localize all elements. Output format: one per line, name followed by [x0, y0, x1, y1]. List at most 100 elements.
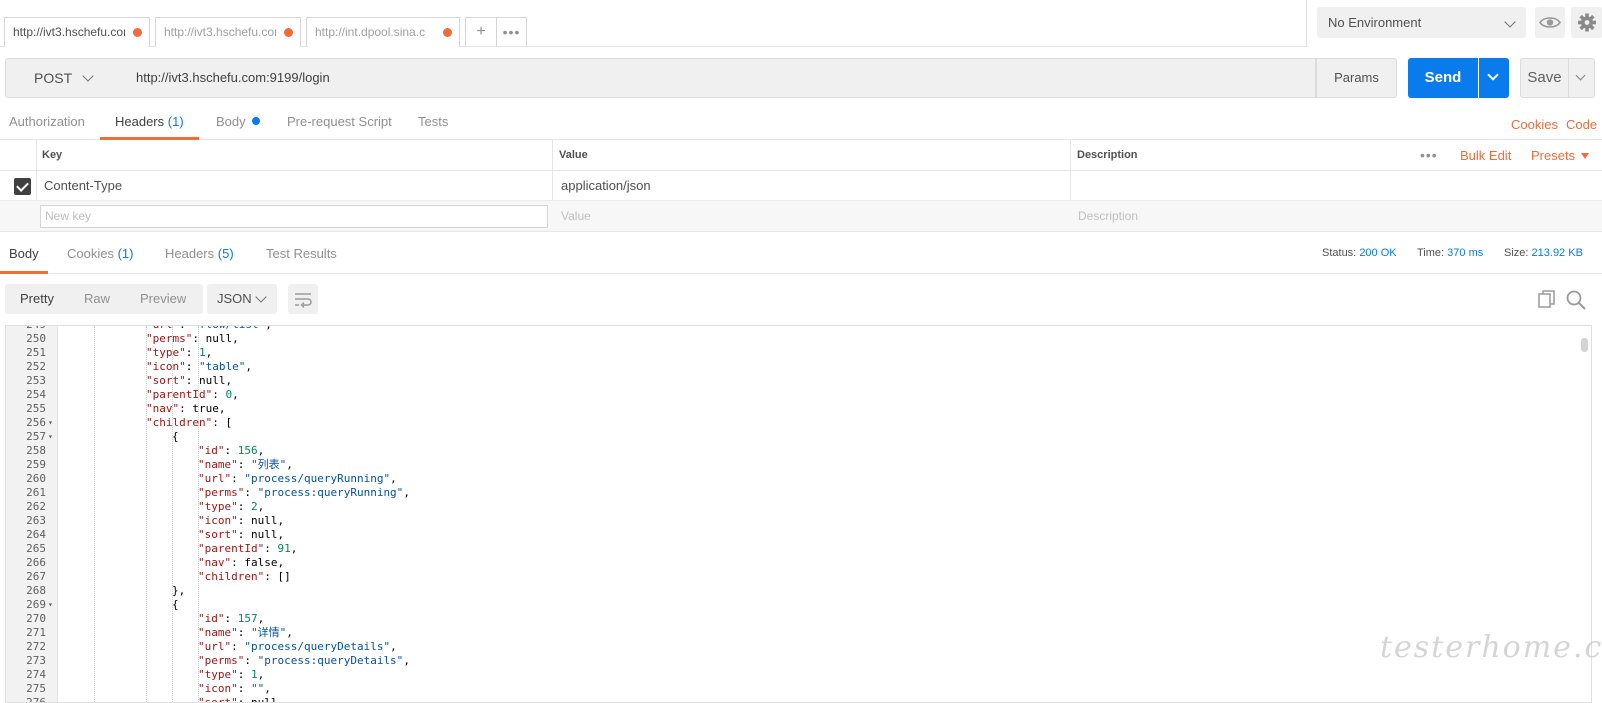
code-token: ,	[390, 472, 397, 485]
new-description-input[interactable]: Description	[1078, 201, 1138, 232]
params-button[interactable]: Params	[1316, 58, 1397, 98]
send-button[interactable]: Send	[1408, 58, 1478, 98]
unsaved-dot-icon	[284, 28, 293, 37]
new-tab-button[interactable]: +	[466, 18, 496, 47]
raw-button[interactable]: Raw	[69, 284, 125, 314]
code-token: ,	[205, 346, 213, 359]
size-value: 213.92 KB	[1531, 247, 1583, 259]
tab-body[interactable]: Body	[216, 108, 260, 140]
line-number: 260	[26, 472, 46, 485]
header-value-cell[interactable]: application/json	[561, 171, 651, 201]
tab-pre-request-script[interactable]: Pre-request Script	[287, 108, 392, 140]
tab-label: Cookies	[67, 246, 114, 261]
fold-toggle-icon[interactable]: ▾	[48, 416, 53, 430]
code-line: 270 "id": 157,	[6, 612, 1591, 626]
tab-test-results[interactable]: Test Results	[266, 240, 337, 274]
method-select[interactable]: POST	[5, 58, 121, 98]
line-number: 258	[26, 444, 46, 457]
scrollbar-thumb[interactable]	[1581, 338, 1588, 352]
fold-toggle-icon[interactable]: ▾	[48, 430, 53, 444]
code-text: "sort": null,	[146, 374, 232, 388]
url-input[interactable]: http://ivt3.hschefu.com:9199/login	[120, 58, 1316, 98]
more-tabs-button[interactable]: •••	[496, 18, 526, 47]
request-tab-2[interactable]: http://ivt3.hschefu.com	[155, 17, 301, 47]
format-label: JSON	[217, 291, 252, 306]
code-token: :	[231, 472, 245, 485]
code-line: 269 ▾ {	[6, 598, 1591, 612]
code-token: :	[237, 626, 251, 639]
code-line: 261 "perms": "process:queryRunning",	[6, 486, 1591, 500]
gear-icon	[1578, 13, 1596, 32]
code-line: 268},	[6, 584, 1591, 598]
send-dropdown-button[interactable]	[1479, 58, 1509, 98]
response-body-editor[interactable]: 249"url": "flow/list",250"perms": null,2…	[5, 325, 1592, 703]
presets-label: Presets	[1531, 148, 1576, 163]
header-key-cell[interactable]: Content-Type	[44, 171, 122, 201]
status-label: Status:	[1322, 247, 1357, 259]
code-token: ,	[286, 626, 293, 639]
line-number: 259	[26, 458, 46, 471]
code-text: {	[172, 430, 179, 444]
request-tab-1[interactable]: http://ivt3.hschefu.com	[4, 17, 150, 47]
tab-headers[interactable]: Headers (1)	[100, 108, 199, 140]
new-key-input[interactable]: New key	[40, 205, 548, 228]
line-number: 274	[26, 668, 46, 681]
code-token: "sort"	[198, 528, 238, 541]
response-size: Size: 213.92 KB	[1504, 247, 1583, 259]
code-line: 266 "nav": false,	[6, 556, 1591, 570]
code-text: "icon": "table",	[146, 360, 252, 374]
format-select[interactable]: JSON	[207, 284, 277, 314]
tab-count: (1)	[117, 246, 134, 261]
tab-tests[interactable]: Tests	[418, 108, 448, 140]
copy-icon[interactable]	[1536, 289, 1558, 311]
time-value: 370 ms	[1447, 247, 1484, 259]
tab-authorization[interactable]: Authorization	[9, 108, 85, 140]
code-token: : null,	[185, 374, 233, 387]
headers-table: Key Value Description ••• Bulk Edit Pres…	[0, 140, 1602, 232]
line-number: 265	[26, 542, 46, 555]
search-icon[interactable]	[1565, 289, 1587, 311]
code-line: 263 "icon": null,	[6, 514, 1591, 528]
tab-response-cookies[interactable]: Cookies (1)	[67, 240, 133, 274]
code-token: ,	[403, 654, 410, 667]
request-tab-3[interactable]: http://int.dpool.sina.c	[306, 17, 460, 47]
code-token: 1	[199, 346, 206, 359]
save-button[interactable]: Save	[1520, 58, 1569, 98]
bulk-edit-link[interactable]: Bulk Edit	[1460, 140, 1511, 171]
code-token: "type"	[198, 500, 238, 513]
wrap-lines-button[interactable]	[288, 284, 318, 314]
manage-environments-button[interactable]	[1571, 7, 1602, 38]
line-number: 271	[26, 626, 46, 639]
tab-label: Authorization	[9, 114, 85, 129]
code-token: "children"	[198, 570, 265, 583]
tab-response-headers[interactable]: Headers (5)	[165, 240, 234, 274]
pretty-button[interactable]: Pretty	[5, 284, 69, 314]
preview-button[interactable]: Preview	[125, 284, 201, 314]
tab-response-body[interactable]: Body	[0, 240, 48, 274]
code-token: "process/queryRunning"	[244, 472, 391, 485]
line-number: 256	[26, 416, 46, 429]
code-token: : [	[212, 416, 233, 429]
code-token: "perms"	[198, 654, 245, 667]
code-token: "parentId"	[146, 388, 213, 401]
code-line: 258 "id": 156,	[6, 444, 1591, 458]
code-text: "url": "process/queryRunning",	[198, 472, 397, 486]
fold-toggle-icon[interactable]: ▾	[48, 598, 53, 612]
cookies-link[interactable]: Cookies	[1511, 117, 1558, 132]
code-token: "url"	[146, 326, 179, 331]
code-token: "icon"	[146, 360, 186, 373]
line-number: 276	[26, 696, 46, 703]
header-enabled-checkbox[interactable]	[14, 178, 31, 195]
new-value-input[interactable]: Value	[561, 201, 591, 232]
environment-select[interactable]: No Environment	[1317, 7, 1526, 38]
code-text: "id": 157,	[198, 612, 264, 626]
code-link[interactable]: Code	[1566, 117, 1597, 132]
environment-quick-look-button[interactable]	[1535, 7, 1565, 38]
save-dropdown-button[interactable]	[1569, 58, 1595, 98]
presets-dropdown[interactable]: Presets	[1531, 140, 1590, 171]
code-token: : null,	[237, 696, 285, 703]
code-line: 254 "parentId": 0,	[6, 388, 1591, 402]
request-tab-url: http://ivt3.hschefu.com	[164, 25, 276, 39]
more-options-button[interactable]: •••	[1420, 140, 1438, 171]
code-text: "parentId": 91,	[198, 542, 297, 556]
